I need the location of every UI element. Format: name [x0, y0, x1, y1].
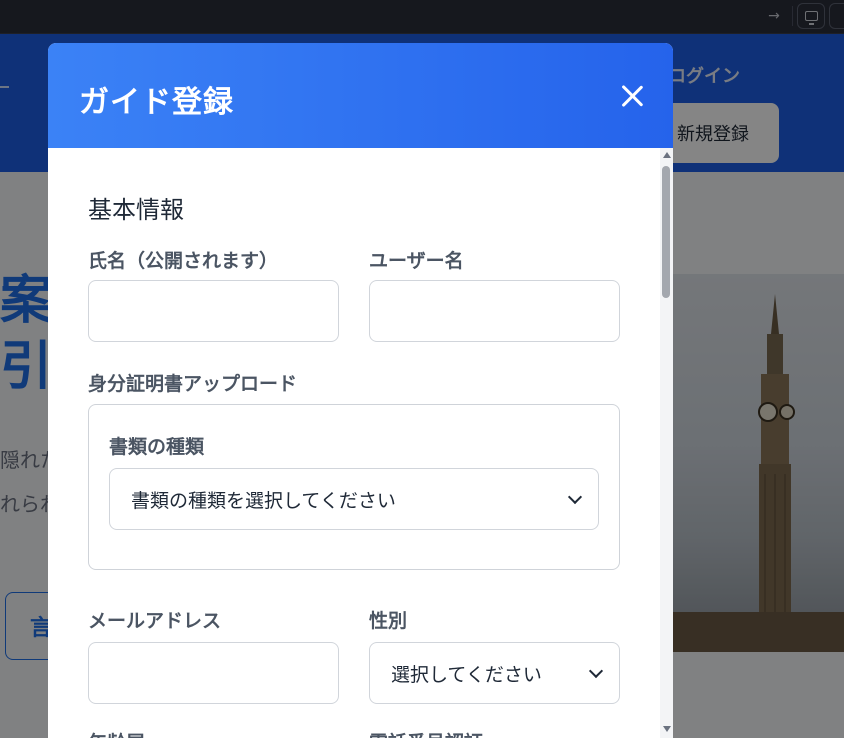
close-icon[interactable]	[619, 83, 645, 109]
scroll-up-icon[interactable]	[663, 152, 671, 158]
email-label: メールアドレス	[88, 611, 222, 632]
phone-verify-label: 電話番号認証	[369, 728, 483, 738]
age-label: 年齢層	[88, 728, 145, 738]
scrollbar-thumb[interactable]	[662, 166, 670, 298]
username-label: ユーザー名	[369, 251, 464, 272]
modal-body: 基本情報 氏名（公開されます） ユーザー名 身分証明書アップロード 書類の種類 …	[48, 148, 660, 738]
section-title-basic-info: 基本情報	[88, 197, 184, 224]
username-input[interactable]	[369, 280, 620, 342]
modal-header: ガイド登録	[48, 43, 673, 148]
chevron-down-icon	[567, 489, 583, 505]
id-upload-label: 身分証明書アップロード	[88, 374, 298, 395]
guide-registration-modal: ガイド登録 基本情報 氏名（公開されます） ユーザー名 身分証明書アップロード …	[48, 43, 673, 738]
email-input[interactable]	[88, 642, 339, 704]
name-input[interactable]	[88, 280, 339, 342]
gender-selected-value: 選択してください	[391, 664, 542, 686]
doc-type-label: 書類の種類	[109, 437, 205, 458]
id-upload-box: 書類の種類 書類の種類を選択してください	[88, 404, 620, 570]
modal-scrollbar[interactable]	[660, 148, 673, 738]
modal-title: ガイド登録	[79, 86, 234, 119]
scroll-down-icon[interactable]	[663, 726, 671, 732]
name-label: 氏名（公開されます）	[88, 251, 279, 272]
doc-type-select[interactable]: 書類の種類を選択してください	[109, 468, 599, 530]
gender-label: 性別	[369, 611, 408, 632]
doc-type-selected-value: 書類の種類を選択してください	[131, 490, 396, 512]
chevron-down-icon	[588, 663, 604, 679]
gender-select[interactable]: 選択してください	[369, 642, 620, 704]
